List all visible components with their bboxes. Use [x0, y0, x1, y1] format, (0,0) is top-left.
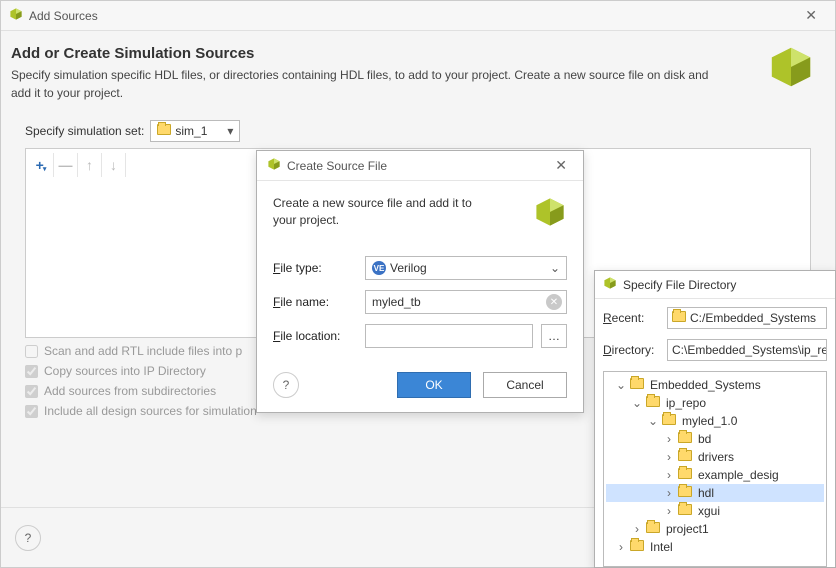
- app-logo-icon: [533, 195, 567, 232]
- titlebar: Add Sources ✕: [1, 1, 835, 31]
- app-logo-icon: [267, 157, 281, 174]
- add-button[interactable]: +▾: [30, 153, 54, 177]
- filename-value: myled_tb: [372, 295, 421, 309]
- help-button[interactable]: ?: [15, 525, 41, 551]
- simset-value: sim_1: [175, 124, 207, 138]
- chevron-down-icon: ▾: [227, 124, 233, 138]
- filetype-label: File type:: [273, 261, 357, 275]
- dialog-titlebar: Create Source File ✕: [257, 151, 583, 181]
- expand-icon[interactable]: ›: [630, 522, 644, 536]
- move-down-button[interactable]: ↓: [102, 153, 126, 177]
- clear-icon[interactable]: ✕: [546, 294, 562, 310]
- expand-icon[interactable]: ›: [662, 450, 676, 464]
- copy-label: Copy sources into IP Directory: [44, 364, 206, 378]
- tree-node-xgui[interactable]: ›xgui: [606, 502, 824, 520]
- window-title: Add Sources: [29, 9, 98, 23]
- alldesign-checkbox: [25, 405, 38, 418]
- filename-input[interactable]: myled_tb ✕: [365, 290, 567, 314]
- folder-icon: [672, 311, 686, 325]
- directory-value: C:\Embedded_Systems\ip_repo\: [672, 343, 827, 357]
- panel-title: Specify File Directory: [623, 278, 736, 292]
- create-source-dialog: Create Source File ✕ Create a new source…: [256, 150, 584, 413]
- filetype-select[interactable]: VE Verilog ⌄: [365, 256, 567, 280]
- file-directory-panel: Specify File Directory Recent: C:/Embedd…: [594, 270, 836, 568]
- browse-button[interactable]: …: [541, 324, 567, 348]
- tree-node-drivers[interactable]: ›drivers: [606, 448, 824, 466]
- tree-node-intel[interactable]: ›Intel: [606, 538, 824, 556]
- chevron-down-icon: ⌄: [550, 261, 560, 275]
- collapse-icon[interactable]: ⌄: [614, 378, 628, 392]
- expand-icon[interactable]: ›: [662, 432, 676, 446]
- collapse-icon[interactable]: ⌄: [630, 396, 644, 410]
- help-button[interactable]: ?: [273, 372, 299, 398]
- panel-titlebar: Specify File Directory: [595, 271, 835, 299]
- page-description: Specify simulation specific HDL files, o…: [11, 66, 731, 102]
- tree-node-hdl[interactable]: ›hdl: [606, 484, 824, 502]
- dialog-title: Create Source File: [287, 159, 387, 173]
- filename-label: File name:: [273, 295, 357, 309]
- directory-tree[interactable]: ⌄Embedded_Systems ⌄ip_repo ⌄myled_1.0 ›b…: [603, 371, 827, 567]
- scan-label: Scan and add RTL include files into p: [44, 344, 242, 358]
- app-logo-icon: [603, 276, 617, 293]
- directory-field[interactable]: C:\Embedded_Systems\ip_repo\: [667, 339, 827, 361]
- cancel-button[interactable]: Cancel: [483, 372, 567, 398]
- page-heading: Add or Create Simulation Sources: [11, 45, 825, 62]
- collapse-icon[interactable]: ⌄: [646, 414, 660, 428]
- close-icon[interactable]: ✕: [549, 155, 573, 176]
- filetype-value: Verilog: [390, 261, 427, 275]
- recent-label: Recent:: [603, 311, 661, 325]
- tree-node-example[interactable]: ›example_desig: [606, 466, 824, 484]
- expand-icon[interactable]: ›: [662, 486, 676, 500]
- app-logo-icon: [9, 7, 23, 24]
- tree-node-myled[interactable]: ⌄myled_1.0: [606, 412, 824, 430]
- alldesign-label: Include all design sources for simulatio…: [44, 404, 257, 418]
- expand-icon[interactable]: ›: [614, 540, 628, 554]
- filelocation-label: File location:: [273, 329, 357, 343]
- simset-combo[interactable]: sim_1 ▾: [150, 120, 240, 142]
- subdirs-label: Add sources from subdirectories: [44, 384, 216, 398]
- directory-label: Directory:: [603, 343, 661, 357]
- filelocation-input[interactable]: [365, 324, 533, 348]
- expand-icon[interactable]: ›: [662, 504, 676, 518]
- copy-checkbox: [25, 365, 38, 378]
- recent-value: C:/Embedded_Systems: [690, 311, 816, 325]
- tree-node-ip-repo[interactable]: ⌄ip_repo: [606, 394, 824, 412]
- tree-node-project1[interactable]: ›project1: [606, 520, 824, 538]
- recent-combo[interactable]: C:/Embedded_Systems: [667, 307, 827, 329]
- expand-icon[interactable]: ›: [662, 468, 676, 482]
- scan-checkbox: [25, 345, 38, 358]
- subdirs-checkbox: [25, 385, 38, 398]
- remove-button[interactable]: —: [54, 153, 78, 177]
- simset-label: Specify simulation set:: [25, 124, 144, 138]
- app-big-logo-icon: [767, 43, 815, 94]
- folder-icon: [157, 124, 171, 138]
- verilog-icon: VE: [372, 261, 386, 275]
- tree-node-embedded-systems[interactable]: ⌄Embedded_Systems: [606, 376, 824, 394]
- dialog-description: Create a new source file and add it to y…: [273, 195, 493, 229]
- close-icon[interactable]: ✕: [795, 3, 827, 28]
- move-up-button[interactable]: ↑: [78, 153, 102, 177]
- ok-button[interactable]: OK: [397, 372, 471, 398]
- tree-node-bd[interactable]: ›bd: [606, 430, 824, 448]
